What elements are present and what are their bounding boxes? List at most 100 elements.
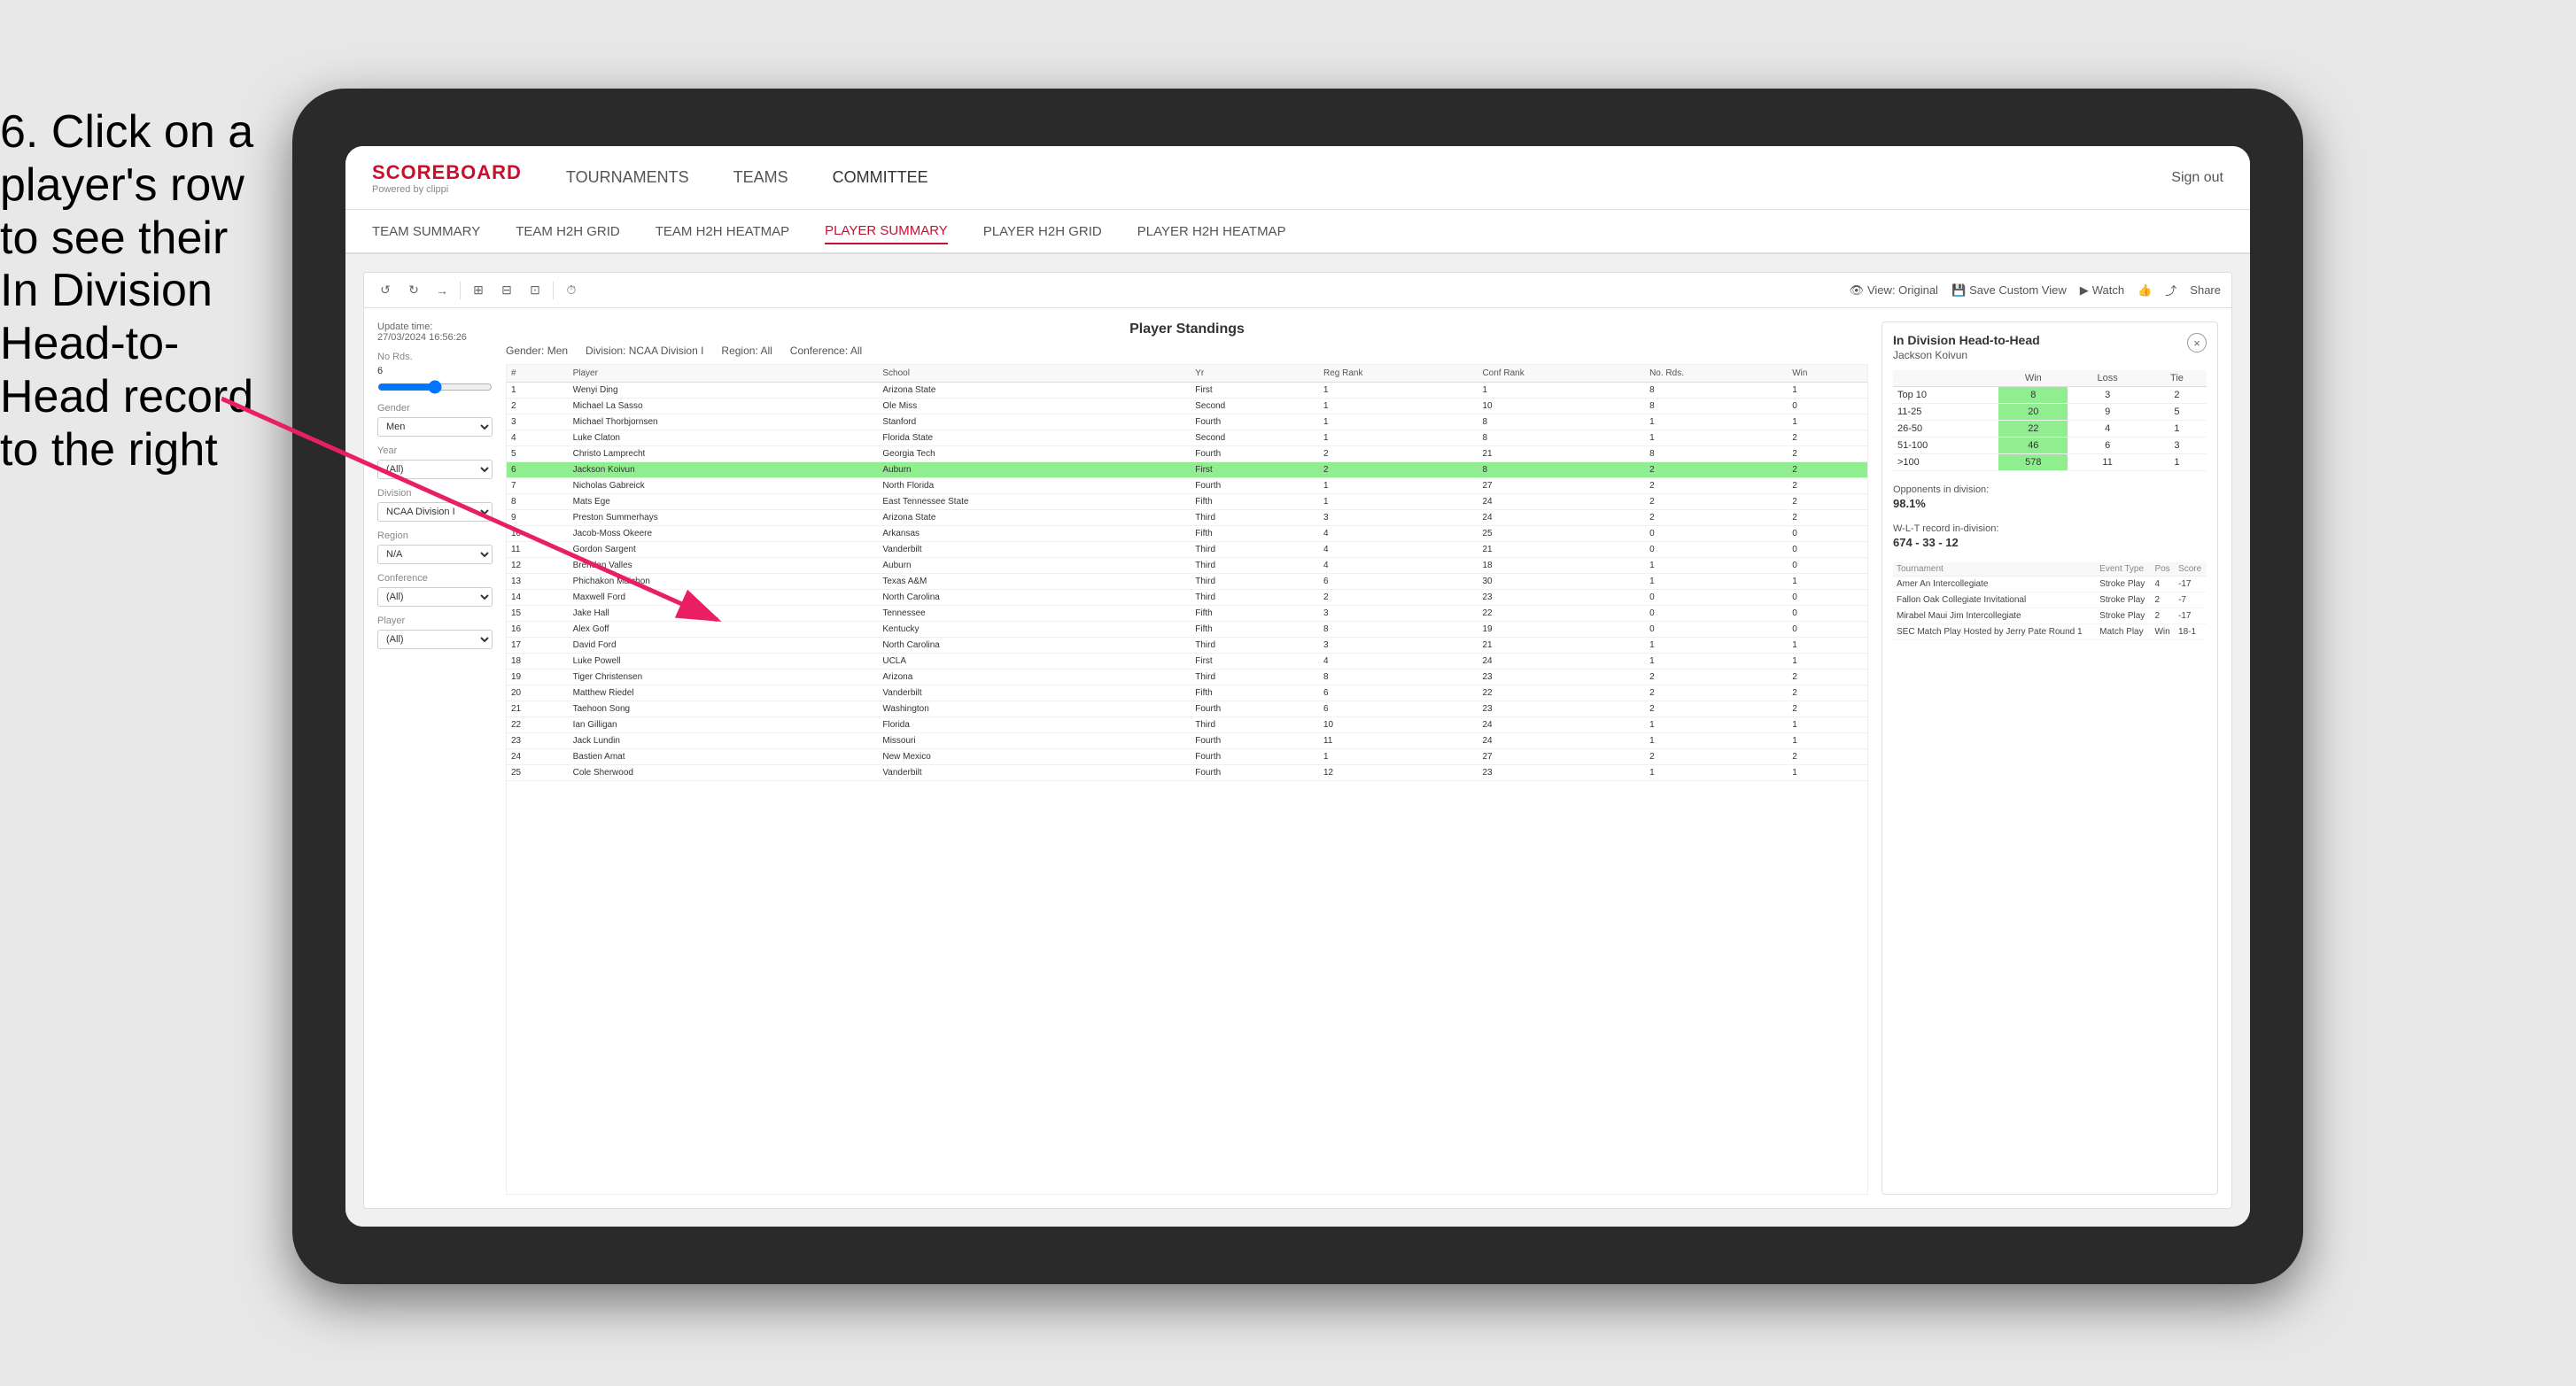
table-row[interactable]: 19 Tiger Christensen Arizona Third 8 23 …	[507, 670, 1867, 685]
cell-num: 18	[507, 654, 569, 670]
nav-tournaments[interactable]: TOURNAMENTS	[566, 164, 689, 191]
cell-win: 0	[1788, 542, 1867, 558]
cell-yr: Fourth	[1191, 701, 1319, 717]
t-col-score: Score	[2175, 562, 2207, 577]
toolbar-bookmark[interactable]: ⊟	[496, 280, 517, 301]
sub-nav-player-h2h-heatmap[interactable]: PLAYER H2H HEATMAP	[1137, 220, 1286, 244]
nav-teams[interactable]: TEAMS	[733, 164, 788, 191]
filter-player: Player (All)	[377, 616, 493, 649]
toolbar-clock[interactable]: ⏱	[561, 280, 582, 301]
cell-conf-rank: 18	[1478, 558, 1645, 574]
cell-win: 0	[1788, 558, 1867, 574]
cell-no-rds: 2	[1645, 462, 1788, 478]
toolbar-sep-2	[553, 282, 554, 299]
table-row[interactable]: 2 Michael La Sasso Ole Miss Second 1 10 …	[507, 399, 1867, 414]
table-row[interactable]: 11 Gordon Sargent Vanderbilt Third 4 21 …	[507, 542, 1867, 558]
conference-select[interactable]: (All)	[377, 587, 493, 607]
table-row[interactable]: 25 Cole Sherwood Vanderbilt Fourth 12 23…	[507, 765, 1867, 781]
cell-reg-rank: 6	[1319, 701, 1478, 717]
toolbar-redo[interactable]: ↻	[403, 280, 424, 301]
nav-items: TOURNAMENTS TEAMS COMMITTEE	[566, 164, 2171, 191]
toolbar-watch[interactable]: ▶ Watch	[2080, 283, 2124, 298]
sub-nav-team-h2h-grid[interactable]: TEAM H2H GRID	[516, 220, 620, 244]
table-row[interactable]: 17 David Ford North Carolina Third 3 21 …	[507, 638, 1867, 654]
h2h-close-button[interactable]: ×	[2187, 333, 2207, 352]
sub-nav-team-summary[interactable]: TEAM SUMMARY	[372, 220, 480, 244]
nav-committee[interactable]: COMMITTEE	[833, 164, 928, 191]
no-rds-slider[interactable]	[377, 380, 493, 394]
table-row[interactable]: 12 Brendan Valles Auburn Third 4 18 1 0	[507, 558, 1867, 574]
cell-num: 4	[507, 430, 569, 446]
toolbar-forward[interactable]: →	[431, 280, 453, 301]
cell-school: Georgia Tech	[878, 446, 1191, 462]
table-row[interactable]: 5 Christo Lamprecht Georgia Tech Fourth …	[507, 446, 1867, 462]
table-row[interactable]: 4 Luke Claton Florida State Second 1 8 1…	[507, 430, 1867, 446]
cell-yr: First	[1191, 654, 1319, 670]
toolbar-save-custom[interactable]: 💾 Save Custom View	[1951, 283, 2067, 298]
cell-no-rds: 2	[1645, 670, 1788, 685]
cell-num: 2	[507, 399, 569, 414]
table-row[interactable]: 18 Luke Powell UCLA First 4 24 1 1	[507, 654, 1867, 670]
cell-school: Florida	[878, 717, 1191, 733]
cell-win: 1	[1788, 765, 1867, 781]
gender-select[interactable]: Men	[377, 417, 493, 437]
cell-school: North Carolina	[878, 638, 1191, 654]
table-row[interactable]: 9 Preston Summerhays Arizona State Third…	[507, 510, 1867, 526]
nav-sign-out[interactable]: Sign out	[2171, 170, 2223, 186]
cell-yr: Third	[1191, 638, 1319, 654]
table-row[interactable]: 14 Maxwell Ford North Carolina Third 2 2…	[507, 590, 1867, 606]
cell-school: Arizona State	[878, 510, 1191, 526]
standings-table: # Player School Yr Reg Rank Conf Rank No…	[506, 364, 1868, 1195]
h2h-loss: 6	[2068, 437, 2147, 454]
table-row[interactable]: 21 Taehoon Song Washington Fourth 6 23 2…	[507, 701, 1867, 717]
toolbar-share[interactable]: Share	[2190, 283, 2221, 297]
year-select[interactable]: (All)	[377, 460, 493, 479]
toolbar-thumbsup[interactable]: 👍	[2138, 283, 2152, 298]
table-row[interactable]: 23 Jack Lundin Missouri Fourth 11 24 1 1	[507, 733, 1867, 749]
division-select[interactable]: NCAA Division I	[377, 502, 493, 522]
table-row[interactable]: 6 Jackson Koivun Auburn First 2 8 2 2	[507, 462, 1867, 478]
cell-win: 0	[1788, 622, 1867, 638]
cell-conf-rank: 23	[1478, 765, 1645, 781]
pbi-frame: ↺ ↻ → ⊞ ⊟ ⊡ ⏱ 👁 View: Original 💾 Save Cu…	[363, 272, 2232, 1209]
sub-nav-player-summary[interactable]: PLAYER SUMMARY	[825, 219, 948, 244]
toolbar-undo[interactable]: ↺	[375, 280, 396, 301]
table-row[interactable]: 3 Michael Thorbjornsen Stanford Fourth 1…	[507, 414, 1867, 430]
cell-no-rds: 1	[1645, 717, 1788, 733]
table-row[interactable]: 1 Wenyi Ding Arizona State First 1 1 8 1	[507, 383, 1867, 399]
player-select[interactable]: (All)	[377, 630, 493, 649]
table-row[interactable]: 16 Alex Goff Kentucky Fifth 8 19 0 0	[507, 622, 1867, 638]
cell-school: Ole Miss	[878, 399, 1191, 414]
filter-panel: Update time: 27/03/2024 16:56:26 No Rds.…	[377, 321, 493, 1195]
table-row[interactable]: 22 Ian Gilligan Florida Third 10 24 1 1	[507, 717, 1867, 733]
t-score: -17	[2175, 577, 2207, 592]
cell-num: 14	[507, 590, 569, 606]
cell-no-rds: 0	[1645, 606, 1788, 622]
cell-num: 5	[507, 446, 569, 462]
toolbar-view-original[interactable]: 👁 View: Original	[1849, 283, 1937, 298]
t-pos: Win	[2151, 624, 2175, 640]
region-select[interactable]: N/A	[377, 545, 493, 564]
toolbar-reset[interactable]: ⊡	[524, 280, 546, 301]
table-row[interactable]: 20 Matthew Riedel Vanderbilt Fifth 6 22 …	[507, 685, 1867, 701]
cell-num: 7	[507, 478, 569, 494]
table-row[interactable]: 8 Mats Ege East Tennessee State Fifth 1 …	[507, 494, 1867, 510]
col-school: School	[878, 365, 1191, 383]
table-row[interactable]: 24 Bastien Amat New Mexico Fourth 1 27 2…	[507, 749, 1867, 765]
cell-num: 11	[507, 542, 569, 558]
cell-win: 0	[1788, 526, 1867, 542]
h2h-tie: 3	[2147, 437, 2207, 454]
sub-nav-team-h2h-heatmap[interactable]: TEAM H2H HEATMAP	[656, 220, 789, 244]
t-pos: 2	[2151, 608, 2175, 624]
h2h-tie: 5	[2147, 404, 2207, 421]
cell-player: David Ford	[569, 638, 879, 654]
table-row[interactable]: 10 Jacob-Moss Okeere Arkansas Fifth 4 25…	[507, 526, 1867, 542]
cell-school: Auburn	[878, 462, 1191, 478]
gender-label: Gender	[377, 403, 493, 414]
table-row[interactable]: 13 Phichakon Maichon Texas A&M Third 6 3…	[507, 574, 1867, 590]
sub-nav-player-h2h-grid[interactable]: PLAYER H2H GRID	[983, 220, 1102, 244]
toolbar-share-icon[interactable]: ⤴	[2165, 282, 2176, 298]
table-row[interactable]: 7 Nicholas Gabreick North Florida Fourth…	[507, 478, 1867, 494]
table-row[interactable]: 15 Jake Hall Tennessee Fifth 3 22 0 0	[507, 606, 1867, 622]
toolbar-filter[interactable]: ⊞	[468, 280, 489, 301]
